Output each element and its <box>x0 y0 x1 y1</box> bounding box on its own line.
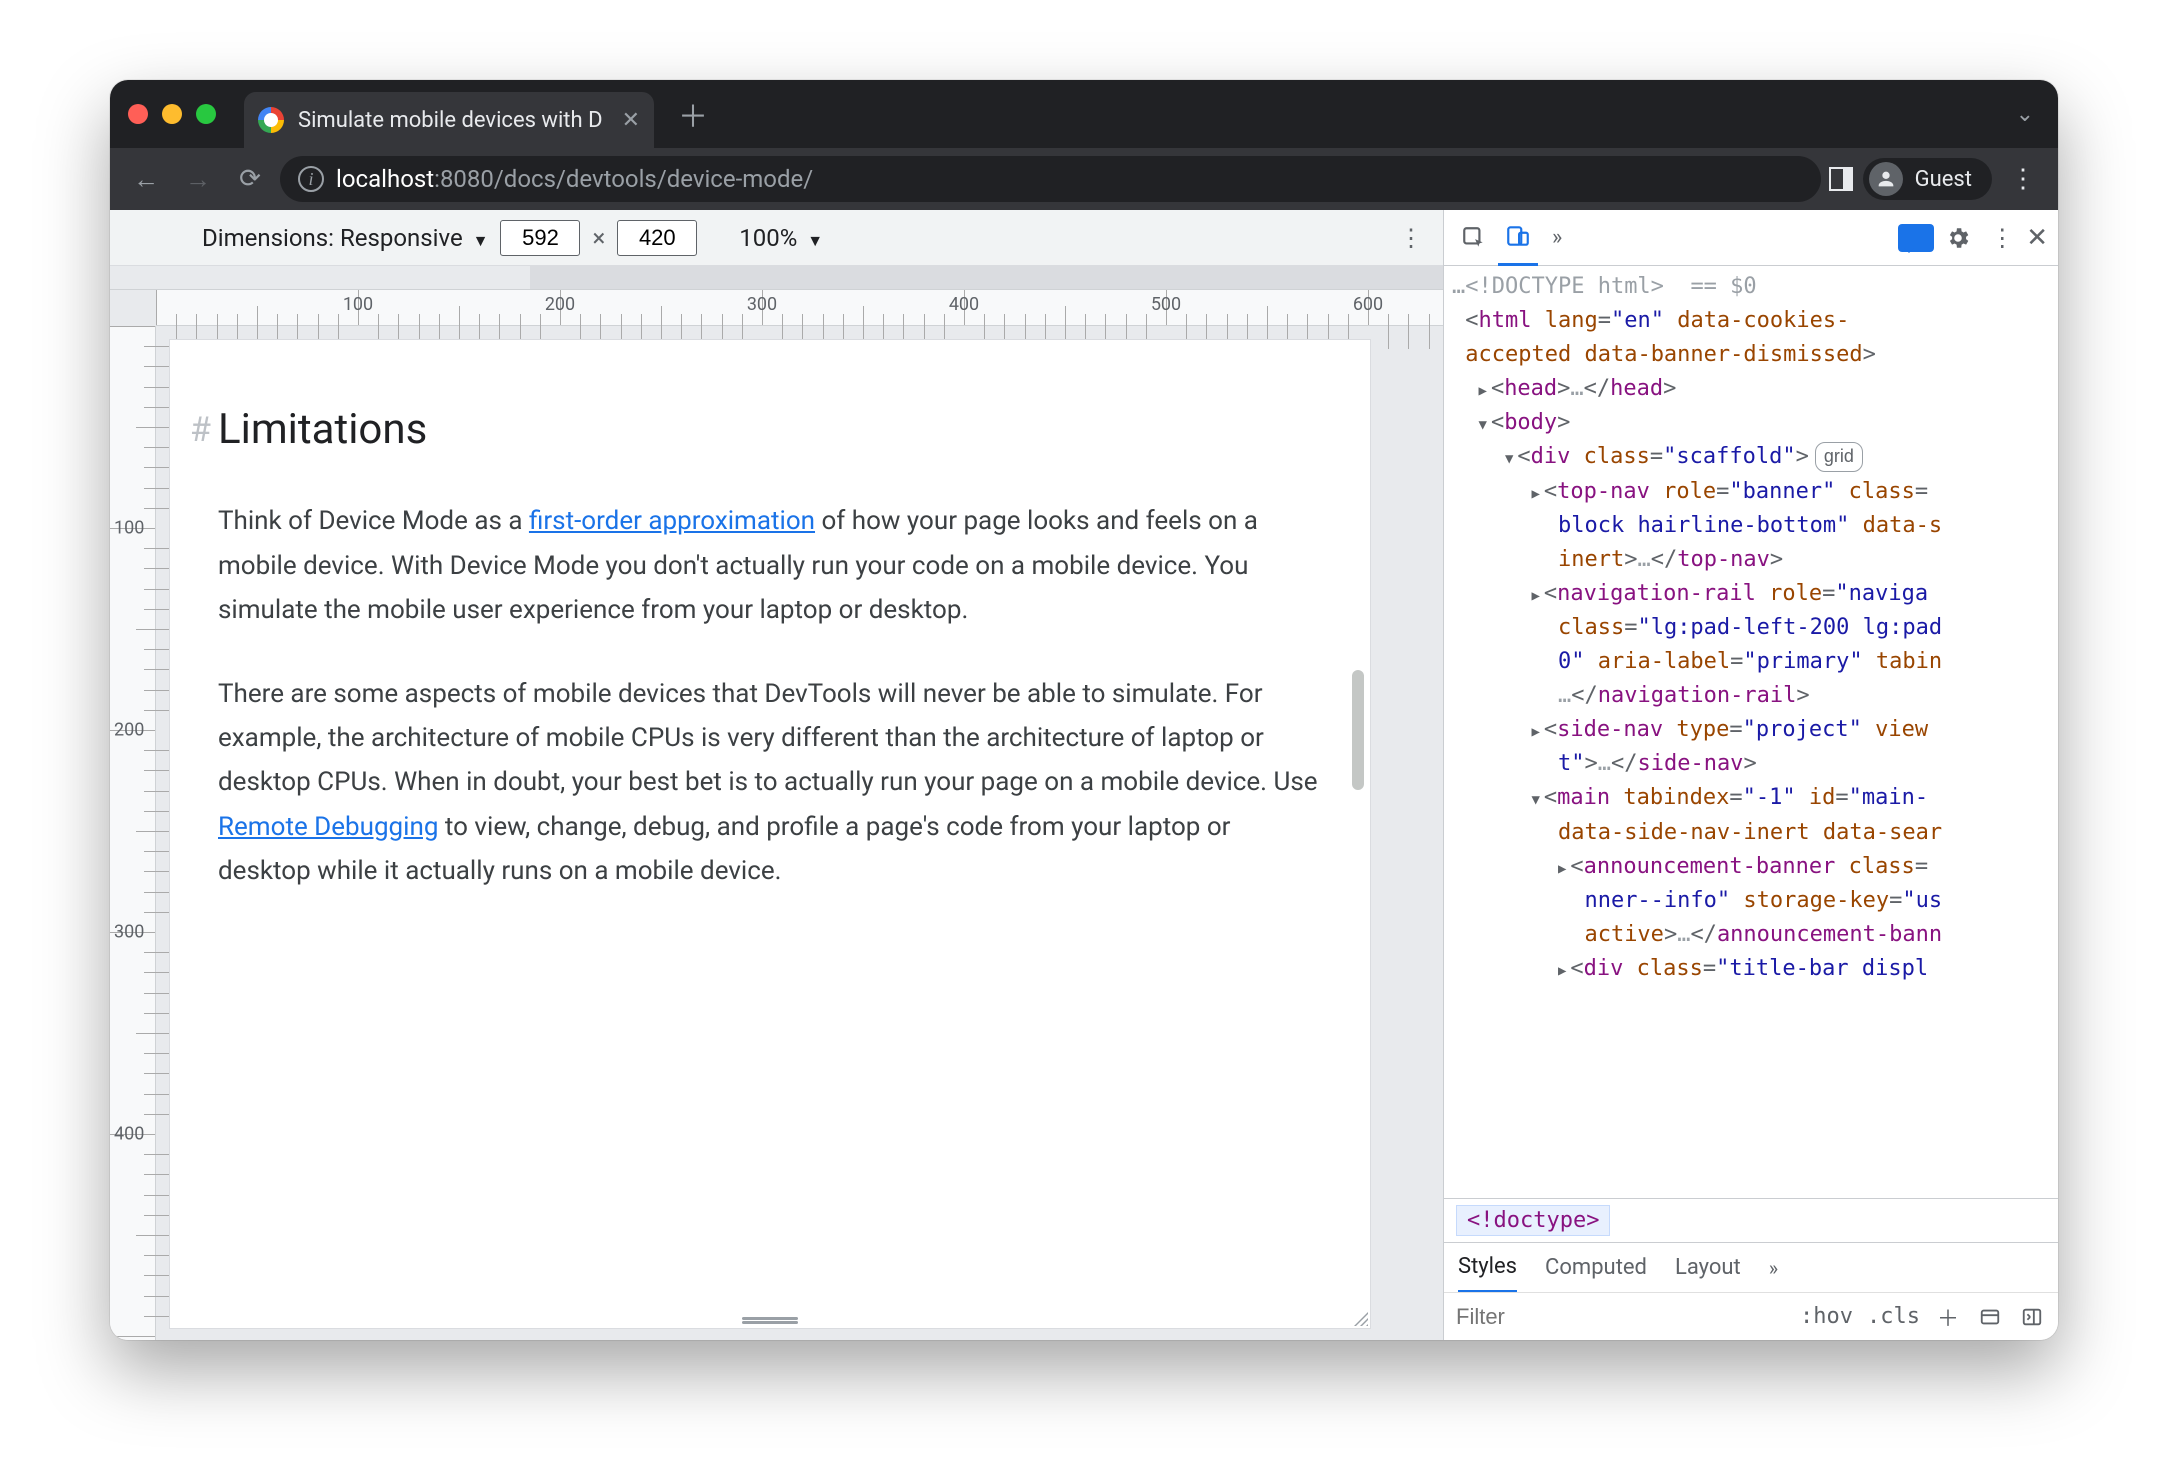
resize-handle-bottom[interactable] <box>742 1316 798 1324</box>
styles-filter-input[interactable] <box>1456 1304 1566 1330</box>
more-style-tabs-icon[interactable]: » <box>1769 1256 1778 1280</box>
chrome-favicon-icon <box>258 107 284 133</box>
emulated-viewport[interactable]: #Limitations Think of Device Mode as a f… <box>170 340 1370 1328</box>
toggle-panel-icon[interactable] <box>2018 1303 2046 1331</box>
device-toolbar: Dimensions: Responsive ▼ × 100% ▼ ⋮ <box>110 210 1443 266</box>
ruler-area: 100200300400500600 100200300400 #Limitat… <box>110 290 1443 1340</box>
profile-chip[interactable]: Guest <box>1863 158 1992 200</box>
window-minimize-button[interactable] <box>162 104 182 124</box>
crumb-doctype[interactable]: <!doctype> <box>1456 1205 1610 1236</box>
zoom-dropdown[interactable]: 100% ▼ <box>739 224 823 252</box>
computed-sidebar-icon[interactable] <box>1976 1303 2004 1331</box>
browser-window: Simulate mobile devices with D ✕ ＋ ⌄ ← →… <box>110 80 2058 1340</box>
device-mode-pane: Dimensions: Responsive ▼ × 100% ▼ ⋮ 1002… <box>110 210 1443 1340</box>
height-input[interactable] <box>617 220 697 256</box>
side-panel-icon[interactable] <box>1829 167 1853 191</box>
settings-icon[interactable] <box>1938 218 1978 258</box>
devtools-menu-icon[interactable]: ⋮ <box>1982 224 2022 252</box>
tab-computed[interactable]: Computed <box>1545 1255 1647 1280</box>
remote-debugging-link[interactable]: Remote Debugging <box>218 812 438 842</box>
forward-button[interactable]: → <box>176 157 220 201</box>
url-path: /docs/devtools/device-mode/ <box>494 165 813 193</box>
back-button[interactable]: ← <box>124 157 168 201</box>
site-info-icon[interactable]: i <box>298 166 324 192</box>
browser-menu-icon[interactable]: ⋮ <box>2002 164 2044 194</box>
dimensions-label: Dimensions: Responsive ▼ <box>202 224 488 252</box>
window-close-button[interactable] <box>128 104 148 124</box>
address-bar: ← → ⟳ i localhost:8080/docs/devtools/dev… <box>110 148 2058 210</box>
width-input[interactable] <box>500 220 580 256</box>
window-controls <box>128 104 216 124</box>
tabs-dropdown-icon[interactable]: ⌄ <box>2016 102 2034 127</box>
paragraph: Think of Device Mode as a first-order ap… <box>218 499 1322 632</box>
devtools-close-icon[interactable]: ✕ <box>2026 223 2048 253</box>
new-tab-button[interactable]: ＋ <box>678 92 708 136</box>
toggle-device-toolbar-icon[interactable] <box>1498 210 1538 266</box>
window-titlebar: Simulate mobile devices with D ✕ ＋ ⌄ <box>110 80 2058 148</box>
new-style-rule-icon[interactable]: ＋ <box>1934 1303 1962 1331</box>
guest-avatar-icon <box>1869 162 1903 196</box>
first-order-link[interactable]: first-order approximation <box>529 506 815 536</box>
profile-label: Guest <box>1915 167 1972 192</box>
media-query-bar[interactable] <box>110 266 1443 290</box>
more-panels-icon[interactable]: » <box>1542 225 1572 250</box>
devtools-tab-bar: » ⋮ ✕ <box>1444 210 2058 266</box>
styles-tab-bar: Styles Computed Layout » <box>1444 1242 2058 1292</box>
reload-button[interactable]: ⟳ <box>228 157 272 201</box>
anchor-hash-icon[interactable]: # <box>190 402 211 460</box>
resize-handle-corner[interactable] <box>1346 1304 1370 1328</box>
styles-toolbar: :hov .cls ＋ <box>1444 1292 2058 1340</box>
url-host: localhost <box>336 165 434 193</box>
tab-close-icon[interactable]: ✕ <box>622 108 640 133</box>
vertical-ruler: 100200300400 <box>110 326 156 1340</box>
tab-title: Simulate mobile devices with D <box>298 108 608 133</box>
browser-tab[interactable]: Simulate mobile devices with D ✕ <box>244 92 654 148</box>
hov-toggle[interactable]: :hov <box>1800 1304 1853 1329</box>
dimension-separator: × <box>592 224 605 252</box>
viewport-scrollbar[interactable] <box>1352 670 1364 790</box>
cls-toggle[interactable]: .cls <box>1867 1304 1920 1329</box>
inspect-element-icon[interactable] <box>1454 218 1494 258</box>
url-port: :8080 <box>434 165 494 193</box>
window-zoom-button[interactable] <box>196 104 216 124</box>
page-heading: #Limitations <box>218 394 1322 465</box>
devtools-pane: » ⋮ ✕ …<!DOCTYPE html> == $0 <html lang=… <box>1443 210 2058 1340</box>
horizontal-ruler: 100200300400500600 <box>156 290 1443 326</box>
tab-styles[interactable]: Styles <box>1458 1243 1517 1293</box>
omnibox[interactable]: i localhost:8080/docs/devtools/device-mo… <box>280 156 1821 202</box>
elements-panel[interactable]: …<!DOCTYPE html> == $0 <html lang="en" d… <box>1444 266 2058 1198</box>
breadcrumb[interactable]: <!doctype> <box>1444 1198 2058 1242</box>
tab-layout[interactable]: Layout <box>1675 1255 1741 1280</box>
issues-icon[interactable] <box>1898 224 1934 252</box>
device-toolbar-menu-icon[interactable]: ⋮ <box>1391 224 1431 252</box>
paragraph: There are some aspects of mobile devices… <box>218 672 1322 893</box>
